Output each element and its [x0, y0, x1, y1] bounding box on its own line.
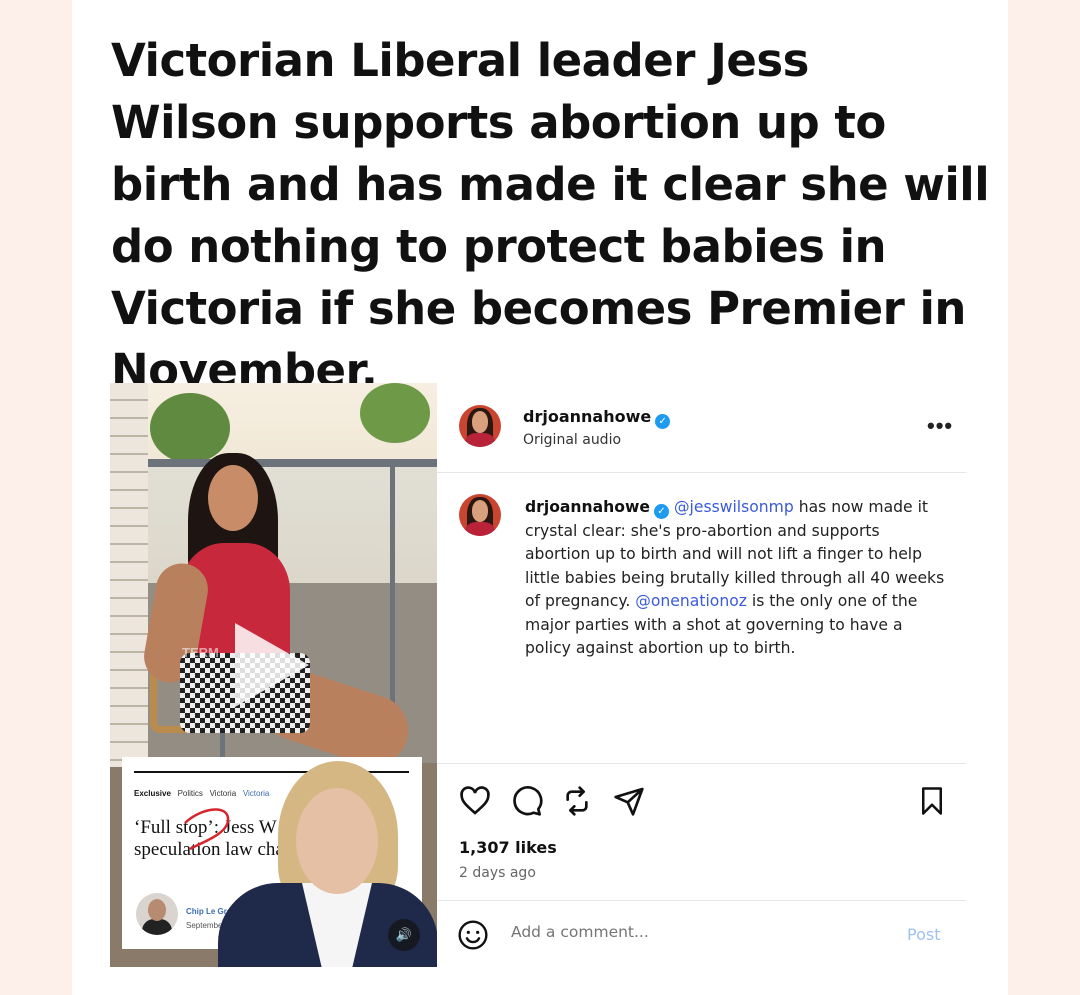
caption-avatar[interactable] [459, 494, 501, 536]
news-tags: Exclusive Politics Victoria Victoria [134, 789, 269, 798]
news-tag: Exclusive [134, 789, 171, 798]
heart-icon[interactable] [458, 785, 492, 817]
tree [150, 393, 230, 463]
mention-link[interactable]: @jesswilsonmp [674, 498, 794, 516]
audio-label[interactable]: Original audio [523, 432, 621, 448]
instagram-post: TERM Exclusive Politics Victoria Victori… [110, 383, 966, 967]
more-options-icon[interactable]: ••• [927, 413, 953, 439]
divider [437, 763, 966, 764]
news-tag: Victoria [209, 789, 237, 798]
divider [437, 472, 966, 473]
sound-icon[interactable]: 🔊 [388, 919, 420, 951]
username[interactable]: drjoannahowe [523, 407, 651, 426]
repost-icon[interactable] [561, 785, 593, 817]
divider [437, 900, 966, 901]
brick-wall [110, 383, 148, 767]
mention-link[interactable]: @onenationoz [635, 592, 747, 610]
headline: Victorian Liberal leader Jess Wilson sup… [111, 34, 990, 397]
likes-count[interactable]: 1,307 likes [459, 838, 557, 857]
post-video[interactable]: TERM Exclusive Politics Victoria Victori… [110, 383, 437, 967]
comment-icon[interactable] [511, 785, 543, 817]
author-avatar [136, 893, 178, 935]
video-overlay-text: TERM [182, 645, 219, 660]
post-time[interactable]: 2 days ago [459, 865, 536, 881]
emoji-icon[interactable] [457, 919, 489, 951]
verified-icon: ✓ [653, 504, 669, 519]
red-annotation-mark [184, 808, 230, 851]
comment-input[interactable] [511, 923, 811, 941]
jess-wilson-face [296, 788, 378, 894]
post-panel: drjoannahowe ✓ Original audio ••• drjoann… [437, 383, 966, 967]
balcony-rail [148, 459, 437, 467]
verified-icon: ✓ [655, 414, 671, 429]
author-avatar[interactable] [459, 405, 501, 447]
speaker-face [208, 465, 258, 531]
post-author[interactable]: drjoannahowe ✓ [523, 407, 671, 429]
bookmark-icon[interactable] [917, 785, 947, 817]
share-icon[interactable] [613, 785, 645, 817]
news-tag: Politics [177, 789, 203, 798]
caption-username[interactable]: drjoannahowe [525, 498, 650, 516]
tree [360, 383, 430, 443]
post-comment-button[interactable]: Post [907, 925, 940, 944]
news-tag: Victoria [242, 789, 270, 798]
post-caption: drjoannahowe ✓ @jesswilsonmp has now made… [525, 496, 945, 661]
play-icon[interactable] [235, 623, 309, 707]
